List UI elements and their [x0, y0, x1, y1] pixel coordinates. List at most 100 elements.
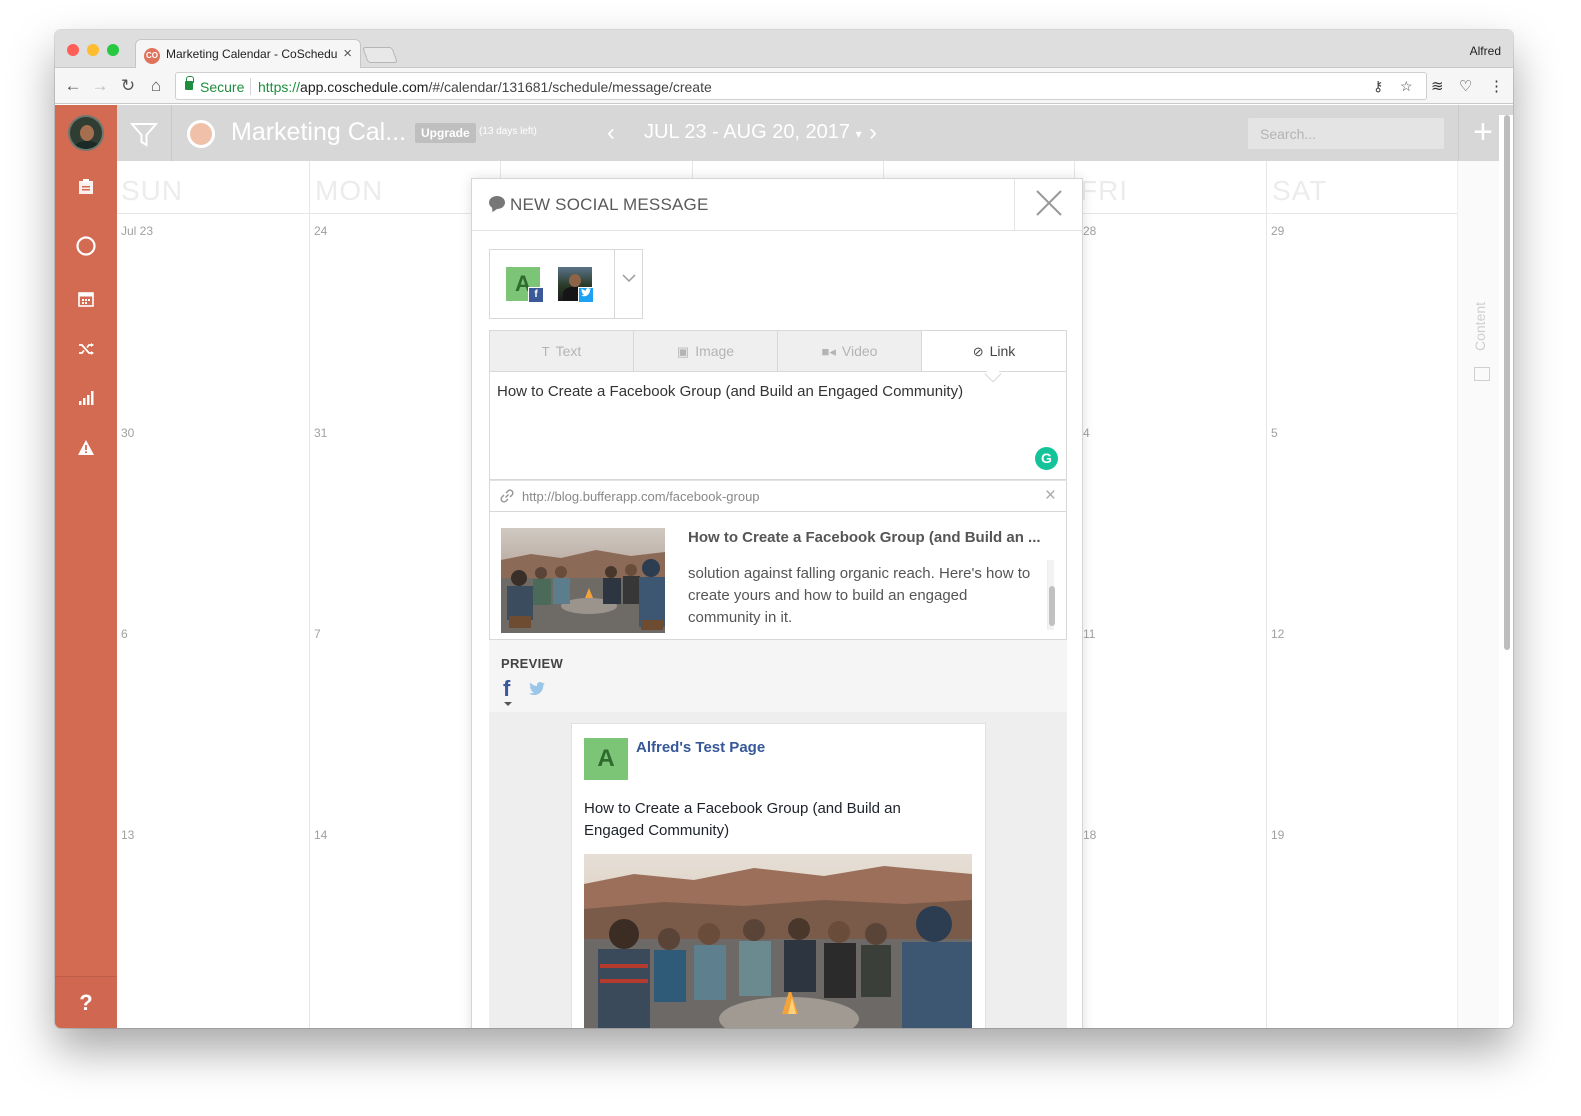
bar-chart-icon[interactable]: [55, 390, 117, 411]
link-url-input[interactable]: http://blog.bufferapp.com/facebook-group: [522, 489, 760, 504]
tab-text[interactable]: T Text: [490, 331, 634, 371]
tab-link[interactable]: ⊘ Link: [922, 331, 1066, 371]
topbar-divider: [1458, 105, 1459, 161]
date-cell[interactable]: 6: [121, 627, 128, 641]
forward-arrow-icon[interactable]: →: [90, 76, 110, 96]
tab-image[interactable]: ▣ Image: [634, 331, 778, 371]
filter-icon[interactable]: [129, 119, 159, 149]
user-avatar[interactable]: [68, 115, 104, 151]
link-preview-card: How to Create a Facebook Group (and Buil…: [489, 512, 1067, 640]
twitter-preview-icon[interactable]: [529, 682, 545, 696]
search-input[interactable]: Search...: [1248, 118, 1444, 149]
home-icon[interactable]: ⌂: [146, 76, 166, 96]
day-name-mon: MON: [315, 175, 384, 206]
trial-days-left: (13 days left): [479, 126, 537, 137]
browser-tab[interactable]: CO Marketing Calendar - CoSchedule ×: [135, 39, 361, 69]
modal-header: NEW SOCIAL MESSAGE: [472, 179, 1082, 231]
date-cell[interactable]: 28: [1083, 224, 1096, 238]
topbar-divider: [171, 105, 172, 161]
browser-toolbar: ← → ↻ ⌂ Secure https://app.coschedule.co…: [55, 68, 1513, 104]
date-cell[interactable]: 19: [1271, 828, 1284, 842]
date-cell[interactable]: 14: [314, 828, 327, 842]
link-url-row: http://blog.bufferapp.com/facebook-group…: [489, 480, 1067, 512]
calendar-column: [1075, 161, 1267, 1028]
clipboard-icon[interactable]: [55, 178, 117, 200]
close-tab-icon[interactable]: ×: [343, 45, 352, 62]
address-bar[interactable]: Secure https://app.coschedule.com/#/cale…: [175, 72, 1427, 100]
modal-close-button[interactable]: [1014, 179, 1082, 231]
date-cell[interactable]: 7: [314, 627, 321, 641]
pocket-extension-icon[interactable]: ♡: [1459, 77, 1472, 95]
date-cell[interactable]: 12: [1271, 627, 1284, 641]
date-cell[interactable]: 18: [1083, 828, 1096, 842]
scrollbar-thumb[interactable]: [1504, 115, 1510, 650]
date-cell[interactable]: 4: [1083, 426, 1090, 440]
circle-icon[interactable]: [55, 235, 117, 262]
message-text: How to Create a Facebook Group (and Buil…: [497, 383, 964, 400]
browser-profile-name[interactable]: Alfred: [1470, 44, 1501, 58]
date-cell[interactable]: 13: [121, 828, 134, 842]
remove-link-icon[interactable]: ×: [1045, 485, 1056, 507]
date-cell[interactable]: 31: [314, 426, 327, 440]
tab-image-label: Image: [695, 343, 735, 359]
add-plus-icon[interactable]: +: [1473, 113, 1493, 152]
preview-area: PREVIEW f A Alfred's Test Page How to Cr…: [489, 640, 1067, 1028]
date-cell[interactable]: Jul 23: [121, 224, 153, 238]
bookmark-star-icon[interactable]: ☆: [1400, 78, 1413, 95]
maximize-window-button[interactable]: [107, 44, 119, 56]
date-cell[interactable]: 30: [121, 426, 134, 440]
coschedule-favicon-icon: CO: [144, 48, 160, 64]
new-social-message-modal: NEW SOCIAL MESSAGE A f T Text ▣ Image ■◂ Vi…: [471, 178, 1083, 1028]
prev-range-chevron-icon[interactable]: ‹: [607, 119, 615, 147]
link-card-title[interactable]: How to Create a Facebook Group (and Buil…: [688, 529, 1058, 546]
post-text: How to Create a Facebook Group (and Buil…: [584, 800, 901, 839]
warning-icon[interactable]: [55, 440, 117, 460]
tab-strip: CO Marketing Calendar - CoSchedule × Alf…: [55, 30, 1513, 69]
reload-icon[interactable]: ↻: [118, 76, 138, 96]
scrollbar-thumb[interactable]: [1049, 586, 1055, 626]
calendar-column: [117, 161, 310, 1028]
content-tab-label: Content: [1472, 301, 1488, 351]
date-range-selector[interactable]: JUL 23 - AUG 20, 2017 ▾: [644, 121, 862, 144]
next-range-chevron-icon[interactable]: ›: [869, 119, 877, 147]
date-cell[interactable]: 5: [1271, 426, 1278, 440]
minimize-window-button[interactable]: [87, 44, 99, 56]
shuffle-icon[interactable]: [55, 341, 117, 361]
link-card-description[interactable]: solution against falling organic reach. …: [688, 563, 1038, 629]
date-cell[interactable]: 11: [1083, 627, 1095, 641]
date-cell[interactable]: 24: [314, 224, 327, 238]
date-cell[interactable]: 29: [1271, 224, 1284, 238]
url-path: /#/calendar/131681/schedule/message/crea…: [428, 79, 712, 95]
tab-video[interactable]: ■◂ Video: [778, 331, 922, 371]
calendar-icon[interactable]: [55, 291, 117, 312]
key-icon[interactable]: ⚷: [1373, 78, 1383, 95]
modal-title: NEW SOCIAL MESSAGE: [510, 195, 709, 214]
calendar-title[interactable]: Marketing Cal...: [231, 118, 406, 147]
browser-menu-icon[interactable]: ⋮: [1489, 77, 1504, 95]
browser-window: CO Marketing Calendar - CoSchedule × Alf…: [55, 30, 1513, 1028]
link-card-image[interactable]: [501, 528, 665, 633]
content-panel-icon[interactable]: [1474, 367, 1490, 381]
calendar-color-dot[interactable]: [187, 120, 215, 148]
buffer-extension-icon[interactable]: ≋: [1431, 77, 1444, 95]
new-tab-button[interactable]: [362, 47, 398, 63]
close-window-button[interactable]: [67, 44, 79, 56]
caret-down-icon: [504, 702, 512, 706]
upgrade-button[interactable]: Upgrade: [415, 123, 476, 143]
message-textarea[interactable]: How to Create a Facebook Group (and Buil…: [489, 372, 1067, 480]
tab-video-label: Video: [841, 343, 878, 359]
facebook-preview-icon[interactable]: f: [503, 676, 510, 702]
back-arrow-icon[interactable]: ←: [63, 76, 83, 96]
chevron-down-icon[interactable]: [621, 270, 637, 286]
text-icon: T: [541, 344, 550, 359]
content-side-panel: Content: [1457, 161, 1499, 1028]
page-scrollbar[interactable]: [1499, 115, 1513, 1028]
image-icon: ▣: [676, 344, 690, 359]
social-profile-picker[interactable]: A f: [489, 249, 643, 319]
content-tab[interactable]: Content: [1472, 302, 1488, 351]
grammarly-icon[interactable]: G: [1035, 447, 1058, 470]
help-button[interactable]: ?: [55, 976, 117, 1028]
link-card-scrollbar[interactable]: [1047, 560, 1055, 630]
lock-icon: [185, 76, 194, 90]
video-icon: ■◂: [821, 344, 836, 359]
